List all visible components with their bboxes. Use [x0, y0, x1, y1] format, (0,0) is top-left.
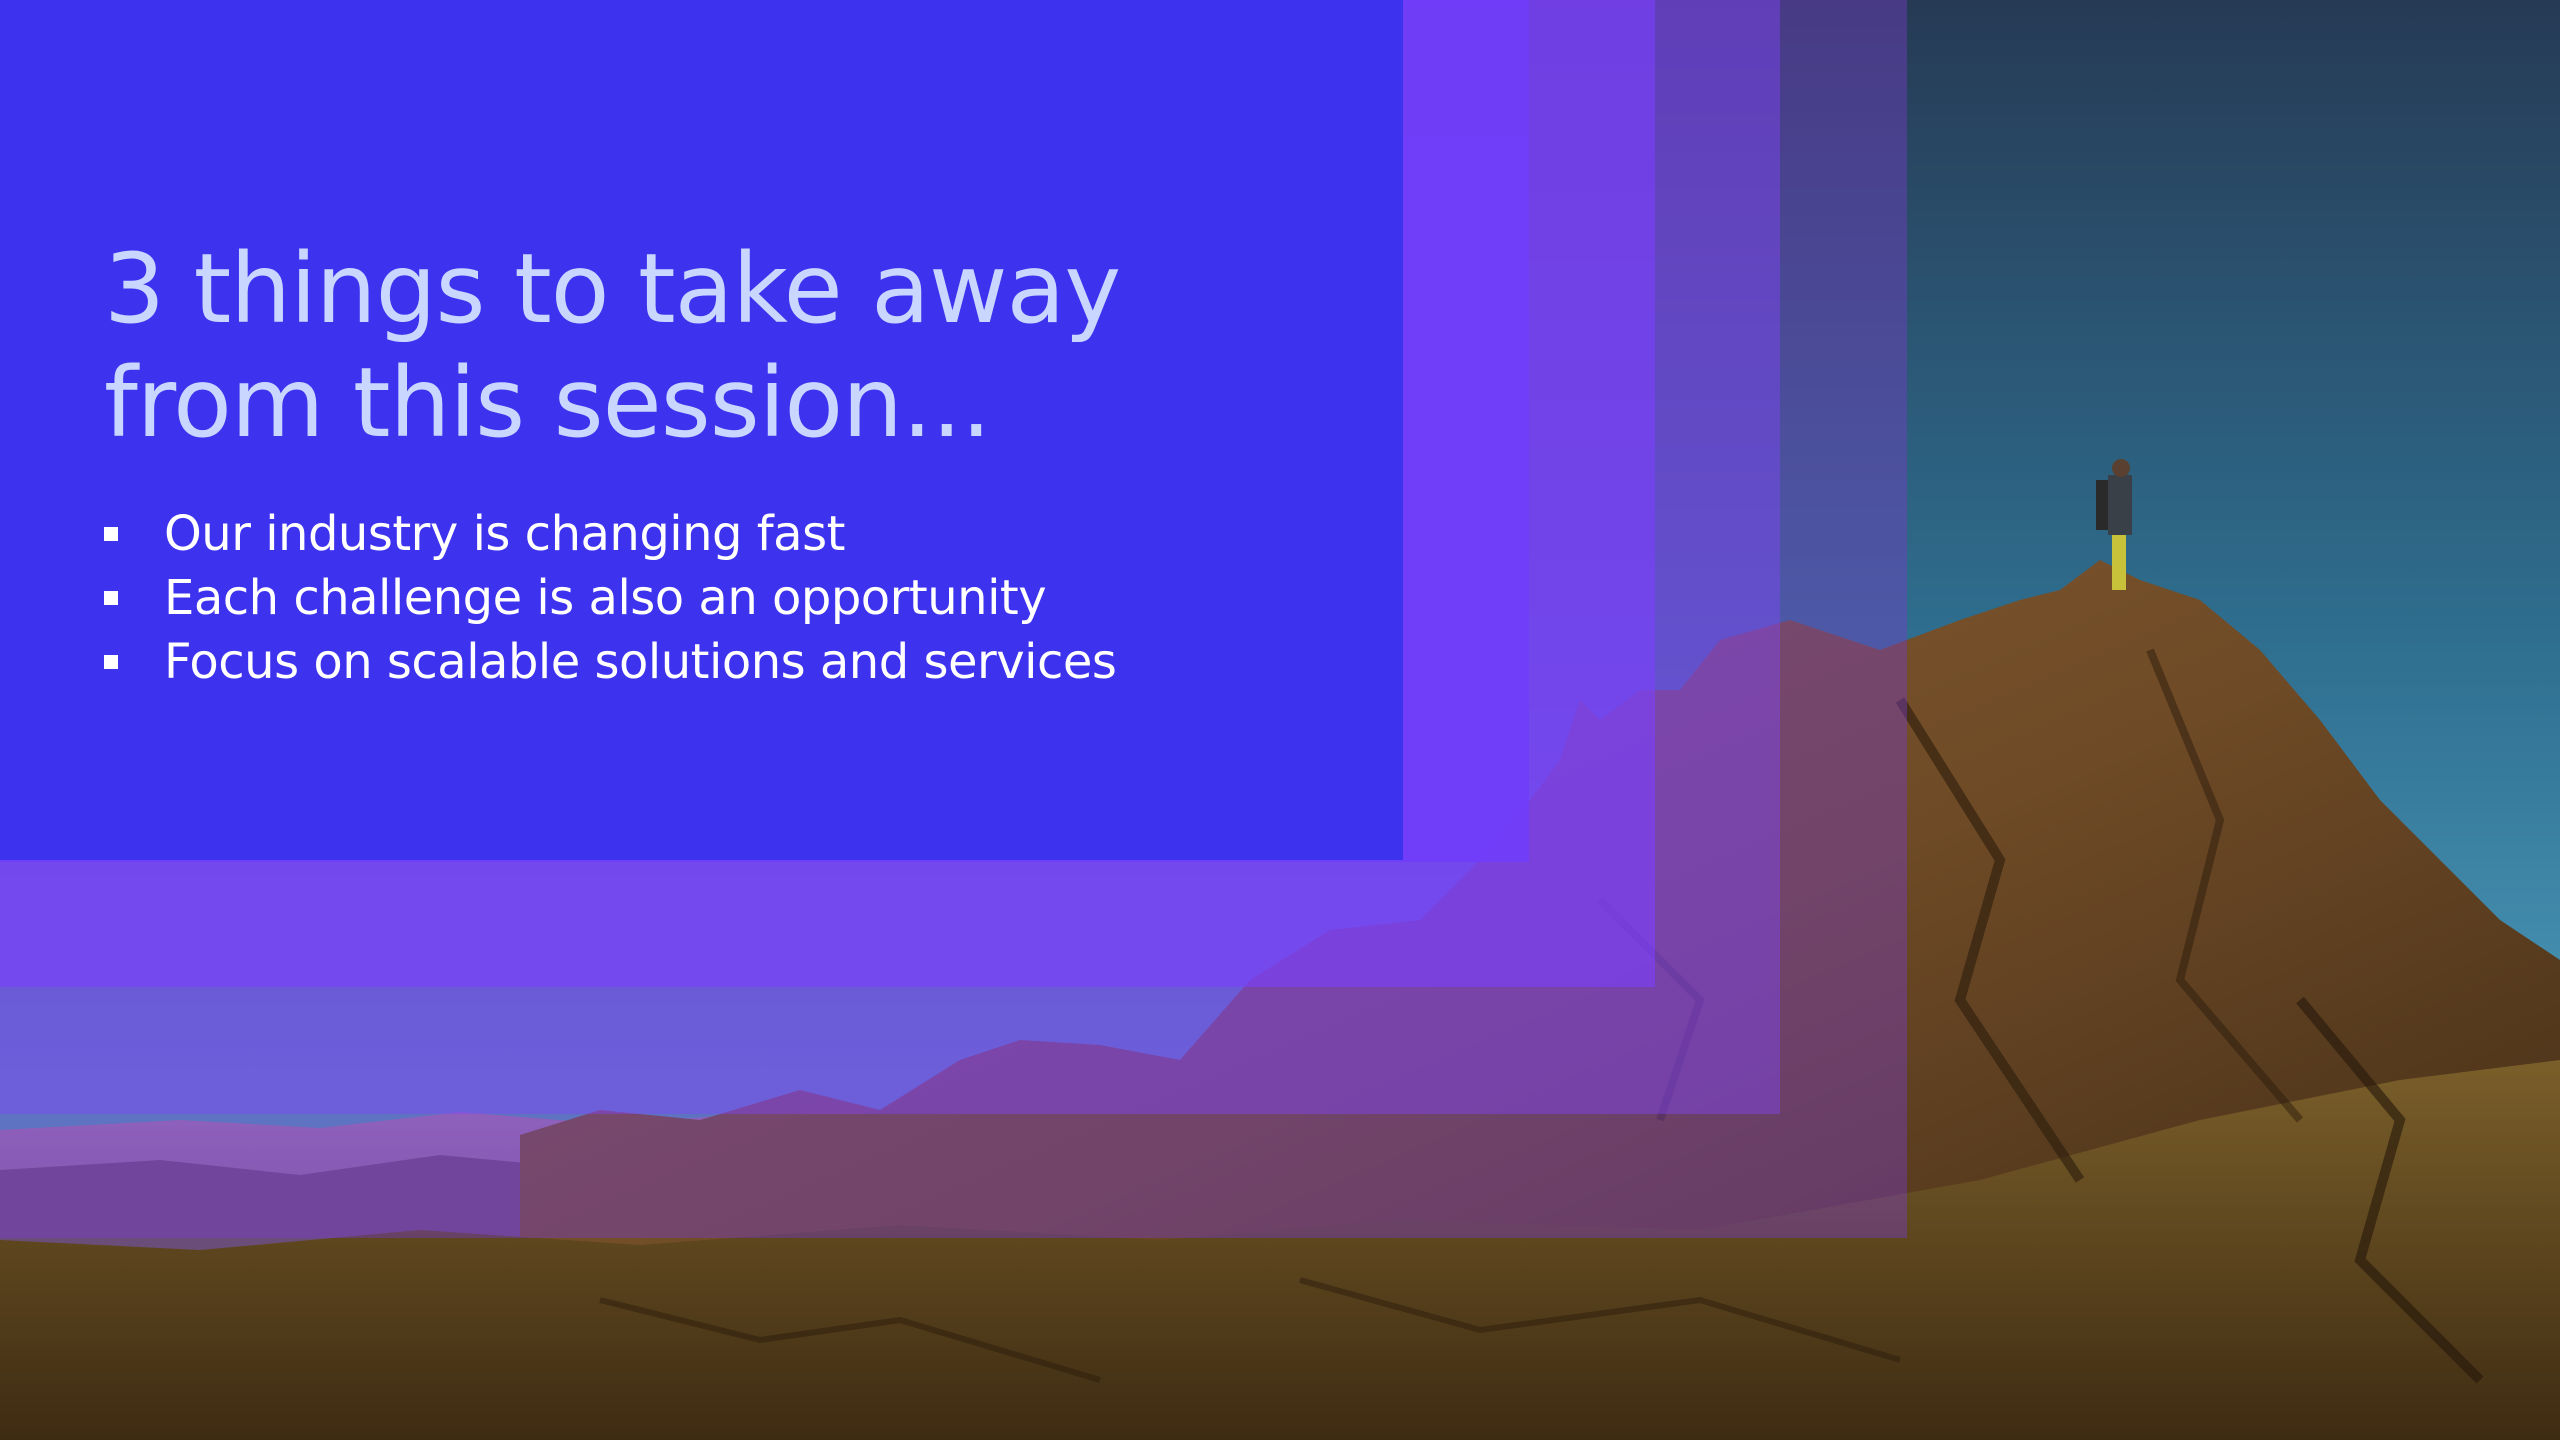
- square-bullet-icon: [104, 591, 118, 605]
- bullet-text: Our industry is changing fast: [164, 506, 845, 562]
- slide: 3 things to take away from this session.…: [0, 0, 2560, 1440]
- square-bullet-icon: [104, 655, 118, 669]
- bullet-item: Each challenge is also an opportunity: [104, 566, 1116, 630]
- bullet-item: Focus on scalable solutions and services: [104, 630, 1117, 694]
- square-bullet-icon: [104, 527, 118, 541]
- bullet-list: Our industry is changing fast Each chall…: [104, 502, 1117, 694]
- bullet-item: Our industry is changing fast: [104, 502, 1116, 566]
- bullet-text: Each challenge is also an opportunity: [164, 570, 1047, 626]
- bullet-text: Focus on scalable solutions and services: [164, 634, 1117, 690]
- slide-title: 3 things to take away from this session.…: [104, 233, 1121, 459]
